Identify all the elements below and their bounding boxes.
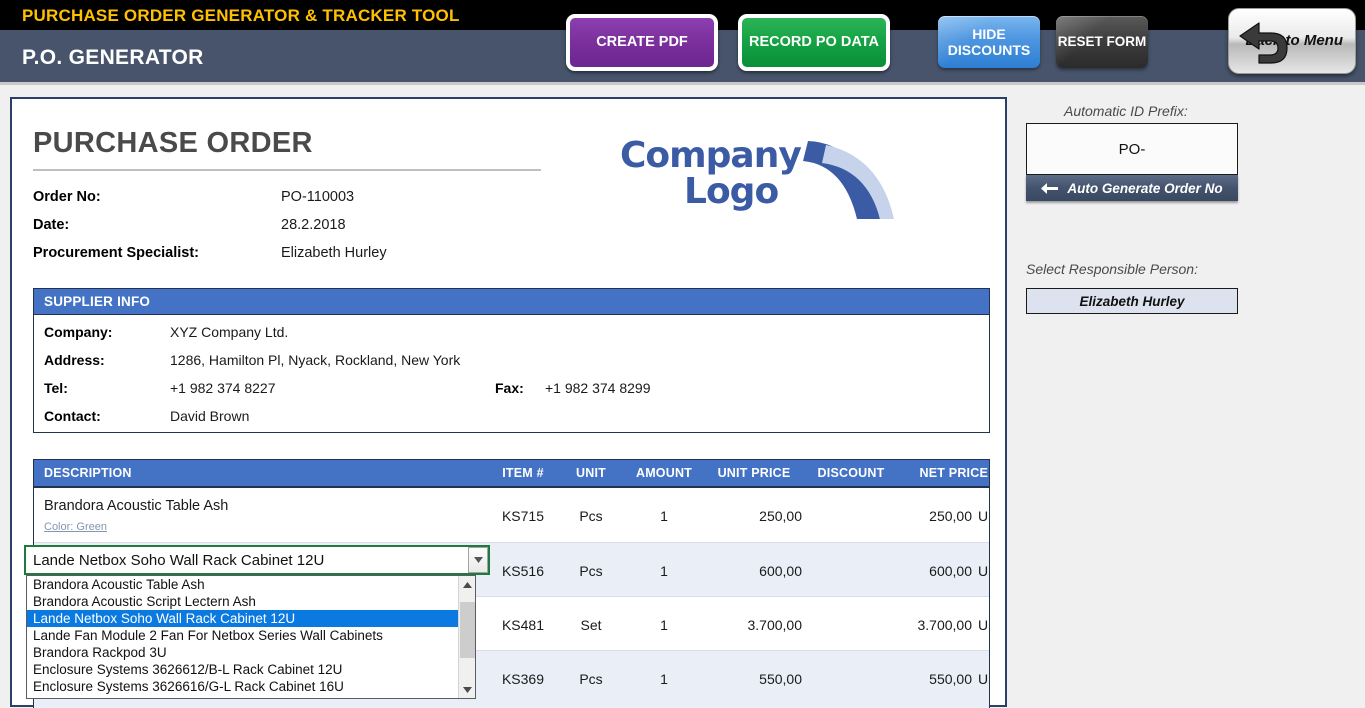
- column-header-description: DESCRIPTION: [44, 466, 132, 480]
- list-item[interactable]: Brandora Acoustic Table Ash: [27, 576, 475, 593]
- cell-unit-price[interactable]: 250,00: [694, 508, 802, 524]
- header-divider: [0, 82, 1365, 85]
- cell-net-price: 600,00: [929, 563, 972, 579]
- column-header-net-price: NET PRICE: [919, 466, 988, 480]
- column-header-amount: AMOUNT: [635, 466, 693, 480]
- cell-net-price: 550,00: [929, 671, 972, 687]
- auto-generate-label: Auto Generate Order No: [1067, 180, 1223, 196]
- scroll-up-icon[interactable]: [459, 576, 475, 593]
- auto-id-prefix-field[interactable]: PO-: [1026, 123, 1238, 175]
- supplier-address-value[interactable]: 1286, Hamilton Pl, Nyack, Rockland, New …: [170, 352, 460, 368]
- list-item[interactable]: Lande Fan Module 2 Fan For Netbox Series…: [27, 627, 475, 644]
- cell-unit-price[interactable]: 550,00: [694, 671, 802, 687]
- responsible-person-select[interactable]: Elizabeth Hurley: [1026, 288, 1238, 314]
- column-header-unit: UNIT: [576, 466, 606, 480]
- cell-currency: USD: [978, 671, 989, 687]
- supplier-company-label: Company:: [44, 324, 113, 340]
- cell-description[interactable]: Brandora Acoustic Table Ash: [44, 498, 228, 514]
- cell-currency: USD: [978, 563, 989, 579]
- cell-unit[interactable]: Pcs: [562, 563, 620, 579]
- supplier-tel-value[interactable]: +1 982 374 8227: [170, 380, 276, 396]
- heading-divider: [33, 169, 541, 171]
- company-logo-line2: Logo: [684, 171, 779, 212]
- cell-unit-price[interactable]: 600,00: [694, 563, 802, 579]
- cell-unit[interactable]: Pcs: [562, 671, 620, 687]
- right-side-panel: Automatic ID Prefix: PO- Auto Generate O…: [1020, 95, 1350, 345]
- column-header-unit-price: UNIT PRICE: [717, 466, 791, 480]
- cell-item-no: KS516: [501, 563, 545, 579]
- column-header-item-no: ITEM #: [502, 466, 544, 480]
- order-no-value[interactable]: PO-110003: [281, 189, 354, 205]
- responsible-person-caption: Select Responsible Person:: [1026, 261, 1198, 277]
- product-combobox-value: Lande Netbox Soho Wall Rack Cabinet 12U: [33, 552, 325, 569]
- chevron-down-icon[interactable]: [468, 547, 488, 573]
- combobox-scrollbar[interactable]: [458, 576, 475, 698]
- purchase-order-heading: PURCHASE ORDER: [33, 127, 313, 159]
- auto-id-prefix-caption: Automatic ID Prefix:: [1064, 103, 1188, 119]
- cell-currency: USD: [978, 617, 989, 633]
- procurement-specialist-label: Procurement Specialist:: [33, 245, 199, 261]
- cell-item-no: KS369: [501, 671, 545, 687]
- supplier-fax-label: Fax:: [495, 380, 524, 396]
- supplier-info-title: SUPPLIER INFO: [44, 294, 151, 309]
- product-combobox[interactable]: Lande Netbox Soho Wall Rack Cabinet 12U …: [24, 545, 490, 699]
- product-combobox-list[interactable]: Brandora Acoustic Table Ash Brandora Aco…: [26, 575, 476, 699]
- list-item[interactable]: Brandora Acoustic Script Lectern Ash: [27, 593, 475, 610]
- hide-discounts-button[interactable]: HIDE DISCOUNTS: [938, 16, 1040, 68]
- cell-currency: USD: [978, 508, 989, 524]
- supplier-tel-label: Tel:: [44, 380, 68, 396]
- supplier-info-section: SUPPLIER INFO Company: XYZ Company Ltd. …: [33, 288, 990, 433]
- record-po-data-label: RECORD PO DATA: [749, 34, 879, 51]
- reset-form-label: RESET FORM: [1057, 34, 1147, 50]
- product-combobox-field[interactable]: Lande Netbox Soho Wall Rack Cabinet 12U: [24, 545, 490, 575]
- create-pdf-button[interactable]: CREATE PDF: [566, 14, 718, 71]
- cell-description-note[interactable]: Color: Green: [44, 521, 107, 533]
- cell-item-no: KS481: [501, 617, 545, 633]
- back-arrow-icon: [1237, 19, 1293, 65]
- date-value[interactable]: 28.2.2018: [281, 217, 346, 233]
- arrow-left-icon: [1041, 182, 1059, 194]
- date-label: Date:: [33, 217, 70, 233]
- create-pdf-label: CREATE PDF: [596, 34, 688, 51]
- scroll-down-icon[interactable]: [459, 681, 475, 698]
- cell-net-price: 250,00: [929, 508, 972, 524]
- column-header-discount: DISCOUNT: [817, 466, 885, 480]
- company-logo-line1: Company: [620, 135, 802, 176]
- list-item[interactable]: Enclosure Systems 3626616/G-L Rack Cabin…: [27, 678, 475, 695]
- supplier-fax-value[interactable]: +1 982 374 8299: [545, 380, 651, 396]
- cell-unit[interactable]: Set: [562, 617, 620, 633]
- cell-item-no: KS715: [501, 508, 545, 524]
- table-row[interactable]: Brandora Acoustic Table Ash Color: Green…: [34, 488, 989, 543]
- app-title: PURCHASE ORDER GENERATOR & TRACKER TOOL: [22, 6, 460, 25]
- procurement-specialist-value[interactable]: Elizabeth Hurley: [281, 245, 387, 261]
- page-title: P.O. GENERATOR: [22, 46, 204, 69]
- supplier-info-header: [34, 289, 989, 315]
- cell-net-price: 3.700,00: [917, 617, 973, 633]
- list-item[interactable]: Grande Fan Module 2R Fan For Wall Cabine…: [27, 695, 475, 698]
- auto-generate-order-no-button[interactable]: Auto Generate Order No: [1026, 175, 1238, 201]
- order-no-label: Order No:: [33, 189, 101, 205]
- list-item-selected[interactable]: Lande Netbox Soho Wall Rack Cabinet 12U: [27, 610, 475, 627]
- record-po-data-button[interactable]: RECORD PO DATA: [738, 14, 890, 71]
- back-to-menu-button[interactable]: Back to Menu: [1228, 8, 1356, 74]
- supplier-contact-value[interactable]: David Brown: [170, 408, 249, 424]
- company-logo: Company Logo: [612, 127, 902, 222]
- hide-discounts-label: HIDE DISCOUNTS: [947, 25, 1031, 58]
- cell-unit[interactable]: Pcs: [562, 508, 620, 524]
- list-item[interactable]: Brandora Rackpod 3U: [27, 644, 475, 661]
- reset-form-button[interactable]: RESET FORM: [1056, 16, 1148, 68]
- scrollbar-thumb[interactable]: [460, 602, 475, 658]
- supplier-contact-label: Contact:: [44, 408, 101, 424]
- cell-unit-price[interactable]: 3.700,00: [694, 617, 803, 633]
- list-item[interactable]: Enclosure Systems 3626612/B-L Rack Cabin…: [27, 661, 475, 678]
- supplier-company-value[interactable]: XYZ Company Ltd.: [170, 324, 288, 340]
- supplier-address-label: Address:: [44, 352, 105, 368]
